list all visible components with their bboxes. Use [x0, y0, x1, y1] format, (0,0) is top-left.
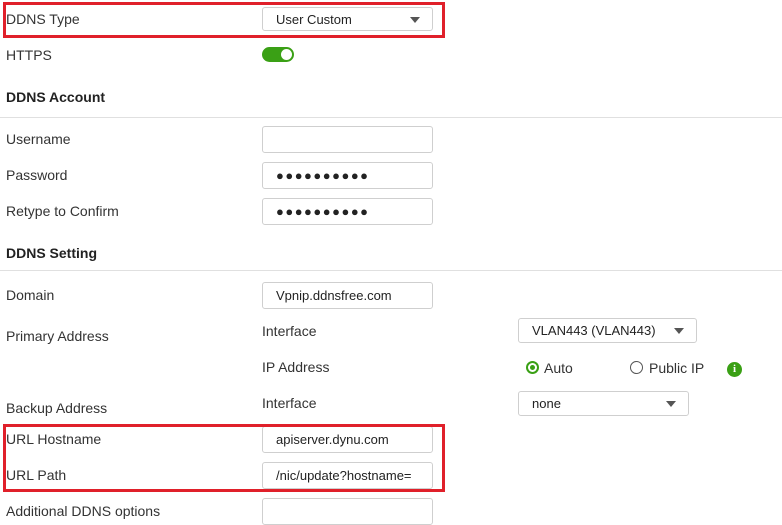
- primary-interface-label: Interface: [262, 323, 317, 339]
- retype-password-label: Retype to Confirm: [6, 203, 119, 219]
- divider: [0, 270, 782, 271]
- ip-public-radio[interactable]: [630, 361, 643, 374]
- password-label: Password: [6, 167, 68, 183]
- additional-options-input[interactable]: [262, 498, 433, 525]
- password-input[interactable]: ●●●●●●●●●●: [262, 162, 433, 189]
- toggle-knob: [281, 49, 292, 60]
- username-input[interactable]: [262, 126, 433, 153]
- ip-public-label[interactable]: Public IP: [649, 360, 704, 376]
- info-icon[interactable]: i: [727, 362, 742, 377]
- chevron-down-icon: [674, 328, 684, 334]
- domain-label: Domain: [6, 287, 55, 303]
- ddns-account-heading: DDNS Account: [6, 89, 106, 105]
- backup-interface-value: none: [532, 396, 561, 411]
- username-label: Username: [6, 131, 71, 147]
- retype-password-input[interactable]: ●●●●●●●●●●: [262, 198, 433, 225]
- backup-interface-select[interactable]: none: [518, 391, 689, 416]
- ddns-type-highlight: [3, 2, 445, 38]
- https-toggle[interactable]: [262, 47, 294, 62]
- domain-input[interactable]: Vpnip.ddnsfree.com: [262, 282, 433, 309]
- radio-dot: [530, 365, 535, 370]
- https-label: HTTPS: [6, 47, 52, 63]
- primary-address-label: Primary Address: [6, 328, 109, 344]
- chevron-down-icon: [666, 401, 676, 407]
- backup-interface-label: Interface: [262, 395, 317, 411]
- url-fields-highlight: [3, 424, 445, 492]
- ip-auto-radio[interactable]: [526, 361, 539, 374]
- ip-address-label: IP Address: [262, 359, 330, 375]
- additional-options-label: Additional DDNS options: [6, 503, 161, 519]
- ddns-setting-heading: DDNS Setting: [6, 245, 97, 261]
- ip-auto-label[interactable]: Auto: [544, 360, 573, 376]
- divider: [0, 117, 782, 118]
- primary-interface-select[interactable]: VLAN443 (VLAN443): [518, 318, 697, 343]
- primary-interface-value: VLAN443 (VLAN443): [532, 323, 656, 338]
- backup-address-label: Backup Address: [6, 400, 108, 416]
